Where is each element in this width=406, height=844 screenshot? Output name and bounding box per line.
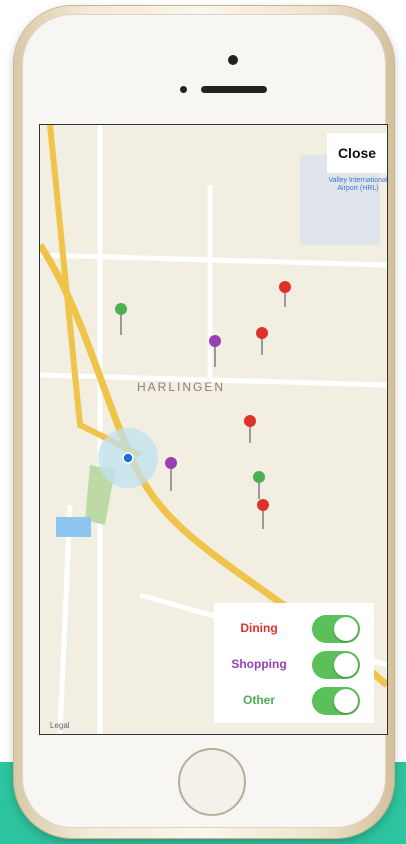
airport-label: Valley International Airport (HRL) — [328, 177, 388, 192]
dining-pin[interactable] — [257, 499, 269, 529]
home-button[interactable] — [178, 748, 246, 816]
other-pin[interactable] — [115, 303, 127, 335]
toggle-knob — [334, 689, 358, 713]
camera — [228, 55, 238, 65]
filter-row-dining: Dining — [214, 611, 374, 647]
dining-toggle[interactable] — [312, 615, 360, 643]
filter-row-other: Other — [214, 683, 374, 719]
dining-pin[interactable] — [256, 327, 268, 355]
shopping-pin[interactable] — [165, 457, 177, 491]
other-label: Other — [242, 693, 275, 707]
dining-pin[interactable] — [279, 281, 291, 307]
speaker — [201, 86, 267, 93]
legal-link[interactable]: Legal — [50, 721, 70, 730]
other-toggle[interactable] — [312, 687, 360, 715]
toggle-knob — [334, 617, 358, 641]
map-screen[interactable]: HARLINGEN Valley International Airport (… — [39, 124, 388, 735]
dining-label: Dining — [240, 621, 278, 635]
other-pin[interactable] — [253, 471, 265, 499]
filter-panel: Dining Shopping Other — [214, 603, 374, 723]
highway-line-2 — [47, 125, 142, 458]
shopping-label: Shopping — [231, 657, 287, 671]
current-location-dot[interactable] — [122, 452, 134, 464]
proximity-sensor — [180, 86, 187, 93]
filter-row-shopping: Shopping — [214, 647, 374, 683]
close-button[interactable]: Close — [327, 133, 387, 173]
city-label: HARLINGEN — [137, 380, 226, 394]
water-area — [56, 517, 91, 537]
dining-pin[interactable] — [244, 415, 256, 443]
shopping-toggle[interactable] — [312, 651, 360, 679]
toggle-knob — [334, 653, 358, 677]
map-pins — [115, 281, 291, 529]
